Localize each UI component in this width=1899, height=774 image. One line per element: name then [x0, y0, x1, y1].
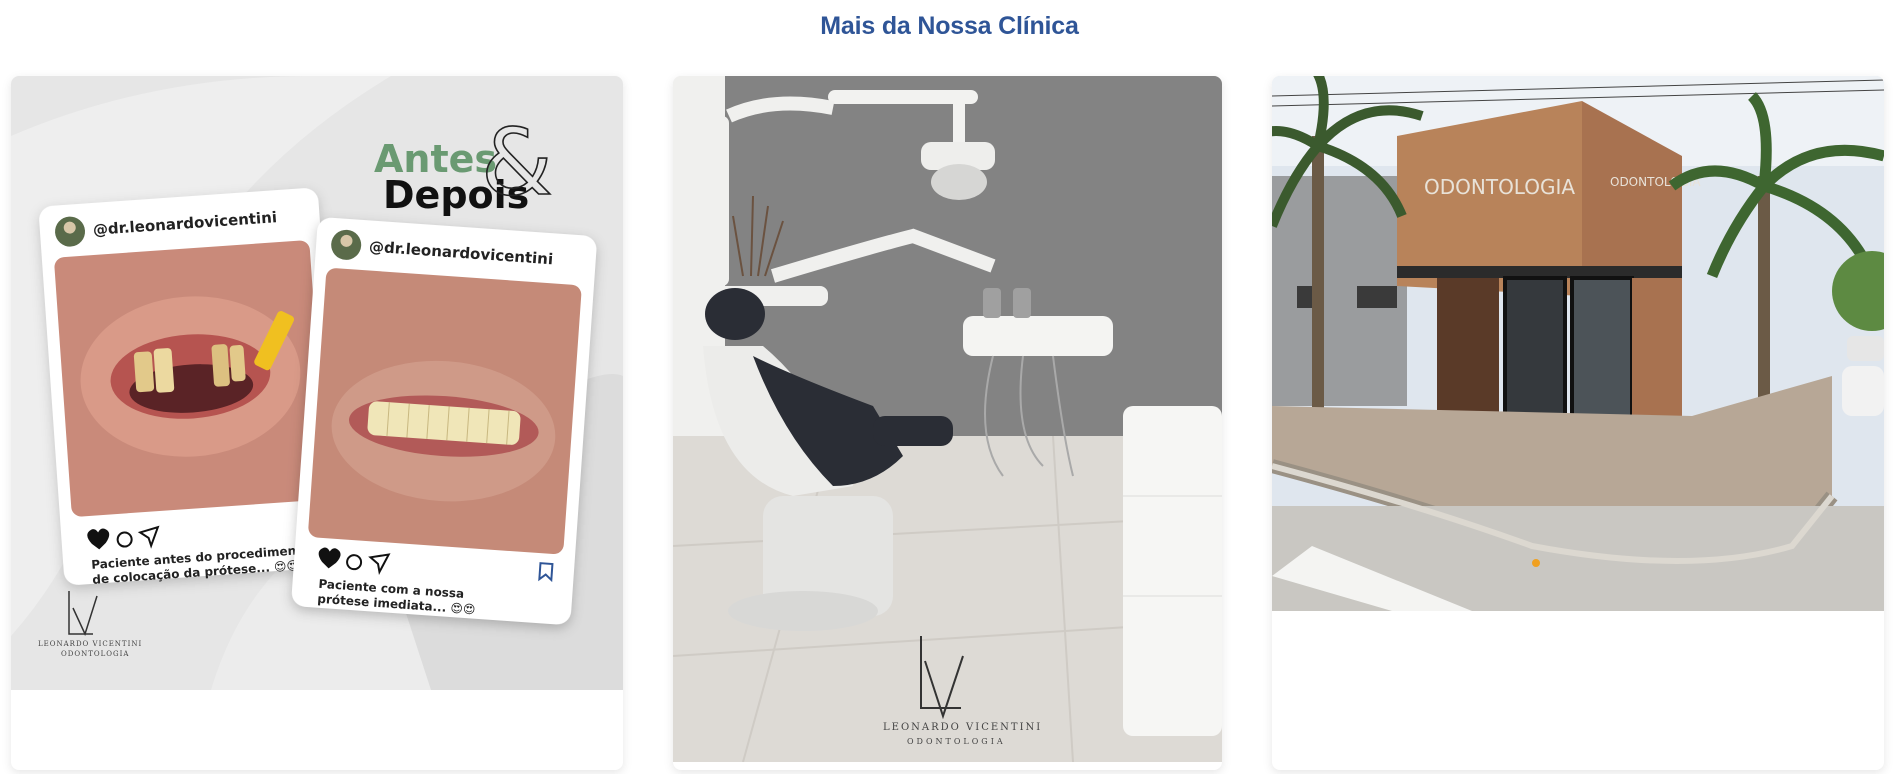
logo-name: LEONARDO VICENTINI	[38, 640, 142, 648]
gallery-card-clinic-building[interactable]: ODONTOLOGIA ODONTOLOGIA	[1272, 76, 1884, 770]
logo-name: LEONARDO VICENTINI	[883, 722, 1042, 733]
gallery-card-before-after[interactable]: Antes Depois & @dr.leonardovicentini Pac…	[11, 76, 623, 770]
wooden-door	[1437, 278, 1499, 423]
clinic-building-image: ODONTOLOGIA ODONTOLOGIA	[1272, 76, 1884, 611]
section-title: Mais da Nossa Clínica	[820, 12, 1079, 40]
before-after-image: Antes Depois & @dr.leonardovicentini Pac…	[11, 76, 623, 690]
logo-sub: ODONTOLOGIA	[61, 650, 129, 658]
logo-sub: ODONTOLOGIA	[907, 737, 1006, 746]
instagram-post-after: @dr.leonardovicentini Paciente com a nos…	[291, 217, 597, 625]
dental-office-image: LEONARDO VICENTINI ODONTOLOGIA	[673, 76, 1222, 762]
building-sign: ODONTOLOGIA	[1424, 175, 1575, 199]
ampersand-text: &	[481, 109, 553, 216]
gallery-card-dental-office[interactable]: LEONARDO VICENTINI ODONTOLOGIA	[673, 76, 1222, 770]
